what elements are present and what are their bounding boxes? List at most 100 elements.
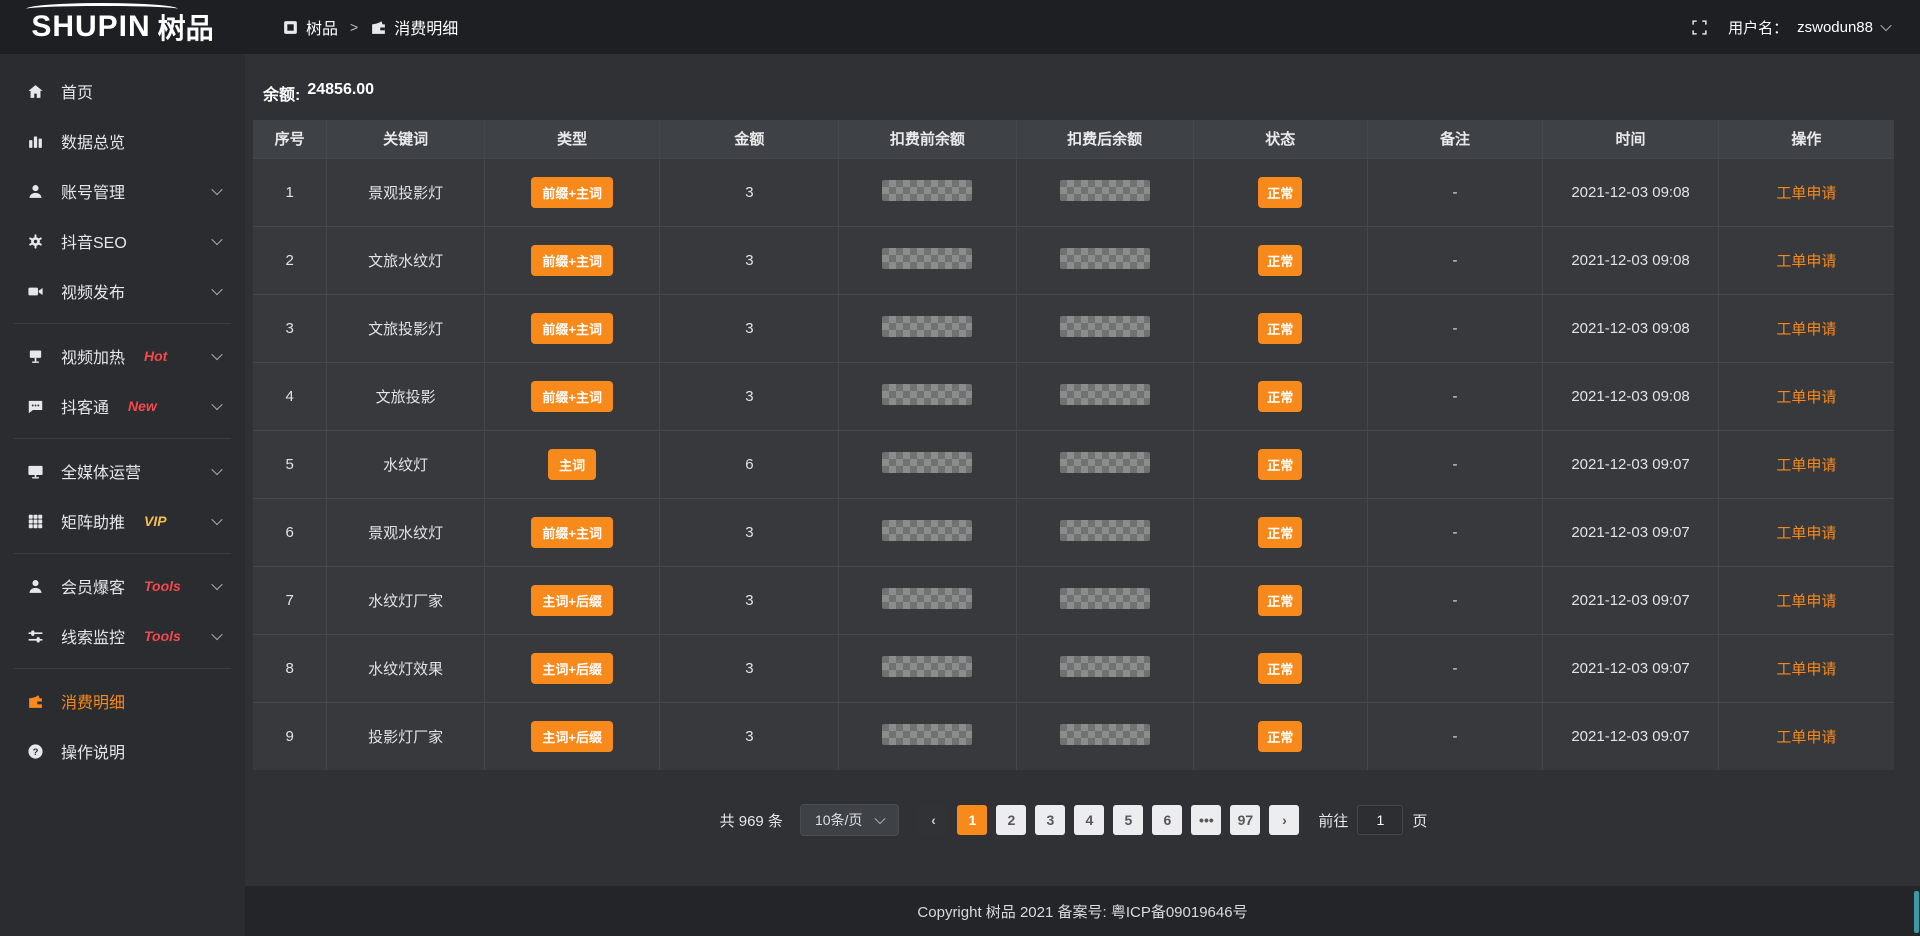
cell-index: 2: [253, 226, 327, 294]
type-badge: 主词+后缀: [531, 653, 613, 684]
page-button-6[interactable]: 6: [1152, 805, 1182, 835]
redacted-balance-after: [1060, 588, 1150, 609]
page-button-1[interactable]: 1: [957, 805, 987, 835]
home-icon: [27, 83, 46, 100]
app-logo[interactable]: SHUPIN 树品: [0, 0, 245, 54]
total-count: 共 969 条: [720, 810, 783, 831]
sidebar-divider: [14, 553, 231, 554]
sidebar-item-video-heat[interactable]: 视频加热Hot: [0, 331, 245, 381]
cell-type: 前缀+主词: [484, 294, 660, 362]
cell-balance-after: [1016, 294, 1193, 362]
redacted-balance-after: [1060, 316, 1150, 337]
next-page-button[interactable]: ›: [1269, 805, 1299, 835]
ticket-apply-link[interactable]: 工单申请: [1776, 253, 1836, 270]
sidebar-item-member-baoke[interactable]: 会员爆客Tools: [0, 561, 245, 611]
username-dropdown[interactable]: 用户名：zswodun88: [1728, 17, 1890, 38]
ticket-apply-link[interactable]: 工单申请: [1776, 185, 1836, 202]
ticket-apply-link[interactable]: 工单申请: [1776, 457, 1836, 474]
sidebar-item-data-overview[interactable]: 数据总览: [0, 116, 245, 166]
cell-remark: -: [1367, 430, 1543, 498]
cell-action: 工单申请: [1718, 294, 1894, 362]
cell-balance-after: [1016, 430, 1193, 498]
sidebar-item-douketong[interactable]: 抖客通New: [0, 381, 245, 431]
sidebar-item-tag: Tools: [144, 628, 181, 644]
scrollbar-thumb[interactable]: [1914, 891, 1919, 933]
sidebar-item-account-manage[interactable]: 账号管理: [0, 166, 245, 216]
cell-balance-before: [839, 362, 1016, 430]
ticket-apply-link[interactable]: 工单申请: [1776, 389, 1836, 406]
cell-status: 正常: [1193, 430, 1367, 498]
cell-remark: -: [1367, 294, 1543, 362]
page-button-97[interactable]: 97: [1230, 805, 1260, 835]
sliders-icon: [27, 628, 46, 645]
gear-icon: [27, 233, 46, 250]
bar-chart-icon: [27, 133, 46, 150]
cell-balance-before: [839, 226, 1016, 294]
goto-page-input[interactable]: [1357, 805, 1403, 835]
redacted-balance-before: [882, 384, 972, 405]
user-icon: [27, 183, 46, 200]
page-size-select[interactable]: 10条/页: [800, 804, 899, 836]
sidebar-item-label: 矩阵助推: [61, 509, 125, 533]
cell-type: 主词: [484, 430, 660, 498]
column-header: 扣费前余额: [839, 120, 1016, 158]
prev-page-button[interactable]: ‹: [918, 805, 948, 835]
cell-balance-before: [839, 634, 1016, 702]
ticket-apply-link[interactable]: 工单申请: [1776, 525, 1836, 542]
sidebar-item-video-publish[interactable]: 视频发布: [0, 266, 245, 316]
cell-balance-after: [1016, 702, 1193, 770]
video-camera-icon: [27, 283, 46, 300]
cell-time: 2021-12-03 09:08: [1543, 294, 1719, 362]
page-button-5[interactable]: 5: [1113, 805, 1143, 835]
page-button-3[interactable]: 3: [1035, 805, 1065, 835]
cell-action: 工单申请: [1718, 158, 1894, 226]
cell-time: 2021-12-03 09:08: [1543, 362, 1719, 430]
page-button-2[interactable]: 2: [996, 805, 1026, 835]
cell-type: 主词+后缀: [484, 702, 660, 770]
cell-index: 5: [253, 430, 327, 498]
cell-amount: 6: [660, 430, 839, 498]
type-badge: 主词+后缀: [531, 721, 613, 752]
topbar: SHUPIN 树品 树品 > 消费明细 用户名：zswodun88: [0, 0, 1920, 54]
cell-type: 前缀+主词: [484, 158, 660, 226]
sidebar-item-media-operation[interactable]: 全媒体运营: [0, 446, 245, 496]
ticket-apply-link[interactable]: 工单申请: [1776, 729, 1836, 746]
sidebar-item-home[interactable]: 首页: [0, 66, 245, 116]
table-row: 7水纹灯厂家主词+后缀3正常-2021-12-03 09:07工单申请: [253, 566, 1894, 634]
sidebar-item-matrix-boost[interactable]: 矩阵助推VIP: [0, 496, 245, 546]
redacted-balance-before: [882, 452, 972, 473]
redacted-balance-before: [882, 180, 972, 201]
status-badge: 正常: [1258, 585, 1302, 616]
cell-status: 正常: [1193, 226, 1367, 294]
sidebar-item-label: 线索监控: [61, 624, 125, 648]
breadcrumb-root[interactable]: 树品: [282, 15, 338, 39]
sidebar-item-instructions[interactable]: ?操作说明: [0, 726, 245, 776]
ticket-apply-link[interactable]: 工单申请: [1776, 321, 1836, 338]
cell-action: 工单申请: [1718, 702, 1894, 770]
sidebar-divider: [14, 323, 231, 324]
page-button-4[interactable]: 4: [1074, 805, 1104, 835]
ticket-apply-link[interactable]: 工单申请: [1776, 593, 1836, 610]
column-header: 序号: [253, 120, 327, 158]
chevron-down-icon: [875, 813, 886, 824]
fullscreen-icon[interactable]: [1691, 19, 1708, 36]
cell-balance-before: [839, 430, 1016, 498]
sidebar-item-douyin-seo[interactable]: 抖音SEO: [0, 216, 245, 266]
ticket-apply-link[interactable]: 工单申请: [1776, 661, 1836, 678]
column-header: 时间: [1543, 120, 1719, 158]
cell-balance-after: [1016, 362, 1193, 430]
more-pages-button[interactable]: •••: [1191, 805, 1221, 835]
page-size-value: 10条/页: [815, 810, 862, 830]
chevron-down-icon: [211, 514, 222, 525]
user-area: 用户名：zswodun88: [1691, 17, 1920, 38]
goto-label: 前往: [1318, 810, 1348, 831]
chevron-down-icon: [211, 349, 222, 360]
sidebar-item-consumption-detail[interactable]: 消费明细: [0, 676, 245, 726]
sidebar-item-clue-monitor[interactable]: 线索监控 Tools: [0, 611, 245, 661]
sidebar-item-tag: Tools: [144, 578, 181, 594]
sidebar: 首页数据总览账号管理抖音SEO视频发布视频加热Hot抖客通New全媒体运营矩阵助…: [0, 54, 245, 936]
cell-balance-before: [839, 294, 1016, 362]
status-badge: 正常: [1258, 381, 1302, 412]
status-badge: 正常: [1258, 177, 1302, 208]
breadcrumb-current[interactable]: 消费明细: [370, 15, 458, 39]
